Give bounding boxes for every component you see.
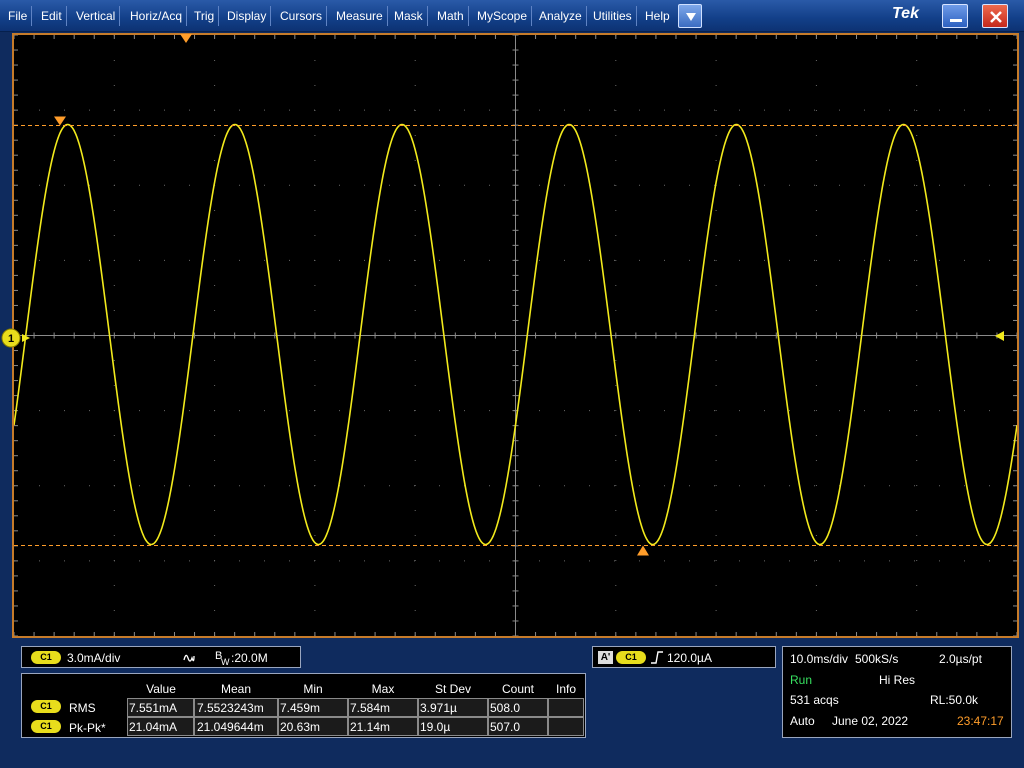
menu-trig[interactable]: Trig bbox=[190, 6, 220, 26]
chevron-down-icon bbox=[686, 13, 696, 21]
horizontal-readout[interactable]: 10.0ms/div 500kS/s 2.0µs/pt Run Hi Res 5… bbox=[782, 646, 1012, 738]
menu-mask[interactable]: Mask bbox=[390, 6, 428, 26]
sample-rate: 500kS/s bbox=[855, 652, 899, 666]
channel-offset-arrow bbox=[22, 334, 30, 342]
record-length: RL:50.0k bbox=[930, 693, 979, 707]
menu-display[interactable]: Display bbox=[223, 6, 272, 26]
menu-vertical[interactable]: Vertical bbox=[72, 6, 121, 26]
waveform-display[interactable] bbox=[12, 33, 1019, 638]
brand-logo: Tek bbox=[892, 5, 919, 22]
trigger-level: 120.0µA bbox=[667, 651, 712, 665]
measurement-table: Value Mean Min Max St Dev Count Info C1 … bbox=[21, 673, 586, 738]
row-measure-name: RMS bbox=[69, 701, 96, 715]
menu-dropdown-button[interactable] bbox=[678, 4, 702, 28]
acquisition-count: 531 acqs bbox=[790, 693, 839, 707]
menu-edit[interactable]: Edit bbox=[37, 6, 67, 26]
cell-value: 7.551mA bbox=[129, 701, 178, 715]
cell-count: 507.0 bbox=[490, 720, 521, 734]
cell-min: 20.63m bbox=[280, 720, 321, 734]
trigger-position-marker[interactable] bbox=[180, 34, 194, 44]
close-icon bbox=[990, 11, 1002, 23]
cursor-marker-bottom bbox=[637, 545, 649, 556]
row-channel-badge: C1 bbox=[31, 720, 61, 733]
trigger-source-badge: A' bbox=[598, 651, 613, 664]
vertical-readout[interactable]: C1 3.0mA/div B W :20.0M bbox=[21, 646, 301, 668]
header-max: Max bbox=[371, 682, 395, 696]
trigger-readout[interactable]: A' C1 120.0µA bbox=[592, 646, 776, 668]
menu-horiz-acq[interactable]: Horiz/Acq bbox=[126, 6, 188, 26]
header-count: Count bbox=[501, 682, 535, 696]
channel-marker-label: 1 bbox=[8, 333, 14, 345]
acquisition-mode: Hi Res bbox=[879, 673, 916, 687]
menu-analyze[interactable]: Analyze bbox=[535, 6, 587, 26]
menu-file[interactable]: File bbox=[4, 6, 33, 26]
menu-cursors[interactable]: Cursors bbox=[276, 6, 328, 26]
trigger-channel-badge: C1 bbox=[616, 651, 646, 664]
menu-measure[interactable]: Measure bbox=[332, 6, 388, 26]
trigger-level-marker[interactable] bbox=[994, 330, 1006, 342]
header-info: Info bbox=[555, 682, 576, 696]
minimize-button[interactable] bbox=[942, 4, 968, 28]
vertical-scale: 3.0mA/div bbox=[67, 651, 121, 665]
cell-stdev: 19.0µ bbox=[420, 720, 451, 734]
bandwidth-sub: W bbox=[221, 657, 230, 667]
row-channel-badge: C1 bbox=[31, 700, 61, 713]
cell-mean: 21.049644m bbox=[197, 720, 264, 734]
cell-value: 21.04mA bbox=[129, 720, 178, 734]
bandwidth-value: :20.0M bbox=[231, 651, 268, 665]
cursor-marker-top bbox=[54, 116, 66, 126]
channel-1-marker[interactable]: 1 bbox=[0, 326, 34, 352]
header-stdev: St Dev bbox=[434, 682, 471, 696]
acquisition-state: Run bbox=[790, 673, 813, 687]
cell-count: 508.0 bbox=[490, 701, 521, 715]
cell-mean: 7.5523243m bbox=[197, 701, 264, 715]
horizontal-scale: 10.0ms/div bbox=[790, 652, 849, 666]
menu-bar: File Edit Vertical Horiz/Acq Trig Displa… bbox=[0, 0, 1024, 32]
header-min: Min bbox=[303, 682, 323, 696]
acquisition-time: 23:47:17 bbox=[957, 714, 1004, 728]
acquisition-date: June 02, 2022 bbox=[832, 714, 909, 728]
cell-max: 21.14m bbox=[350, 720, 391, 734]
header-mean: Mean bbox=[220, 682, 252, 696]
cell-stdev: 3.971µ bbox=[420, 701, 457, 715]
cell-max: 7.584m bbox=[350, 701, 391, 715]
trigger-mode: Auto bbox=[790, 714, 815, 728]
header-value: Value bbox=[146, 682, 176, 696]
channel-badge: C1 bbox=[31, 651, 61, 664]
ac-coupling-icon bbox=[183, 654, 195, 662]
menu-help[interactable]: Help bbox=[641, 6, 674, 26]
close-button[interactable] bbox=[982, 4, 1008, 28]
time-per-point: 2.0µs/pt bbox=[939, 652, 982, 666]
menu-math[interactable]: Math bbox=[433, 6, 469, 26]
minimize-icon bbox=[950, 19, 962, 22]
rising-edge-icon bbox=[651, 651, 663, 664]
cell-min: 7.459m bbox=[280, 701, 321, 715]
row-measure-name: Pk-Pk* bbox=[69, 721, 106, 735]
menu-myscope[interactable]: MyScope bbox=[473, 6, 533, 26]
graticule bbox=[14, 35, 1017, 636]
menu-utilities[interactable]: Utilities bbox=[589, 6, 637, 26]
